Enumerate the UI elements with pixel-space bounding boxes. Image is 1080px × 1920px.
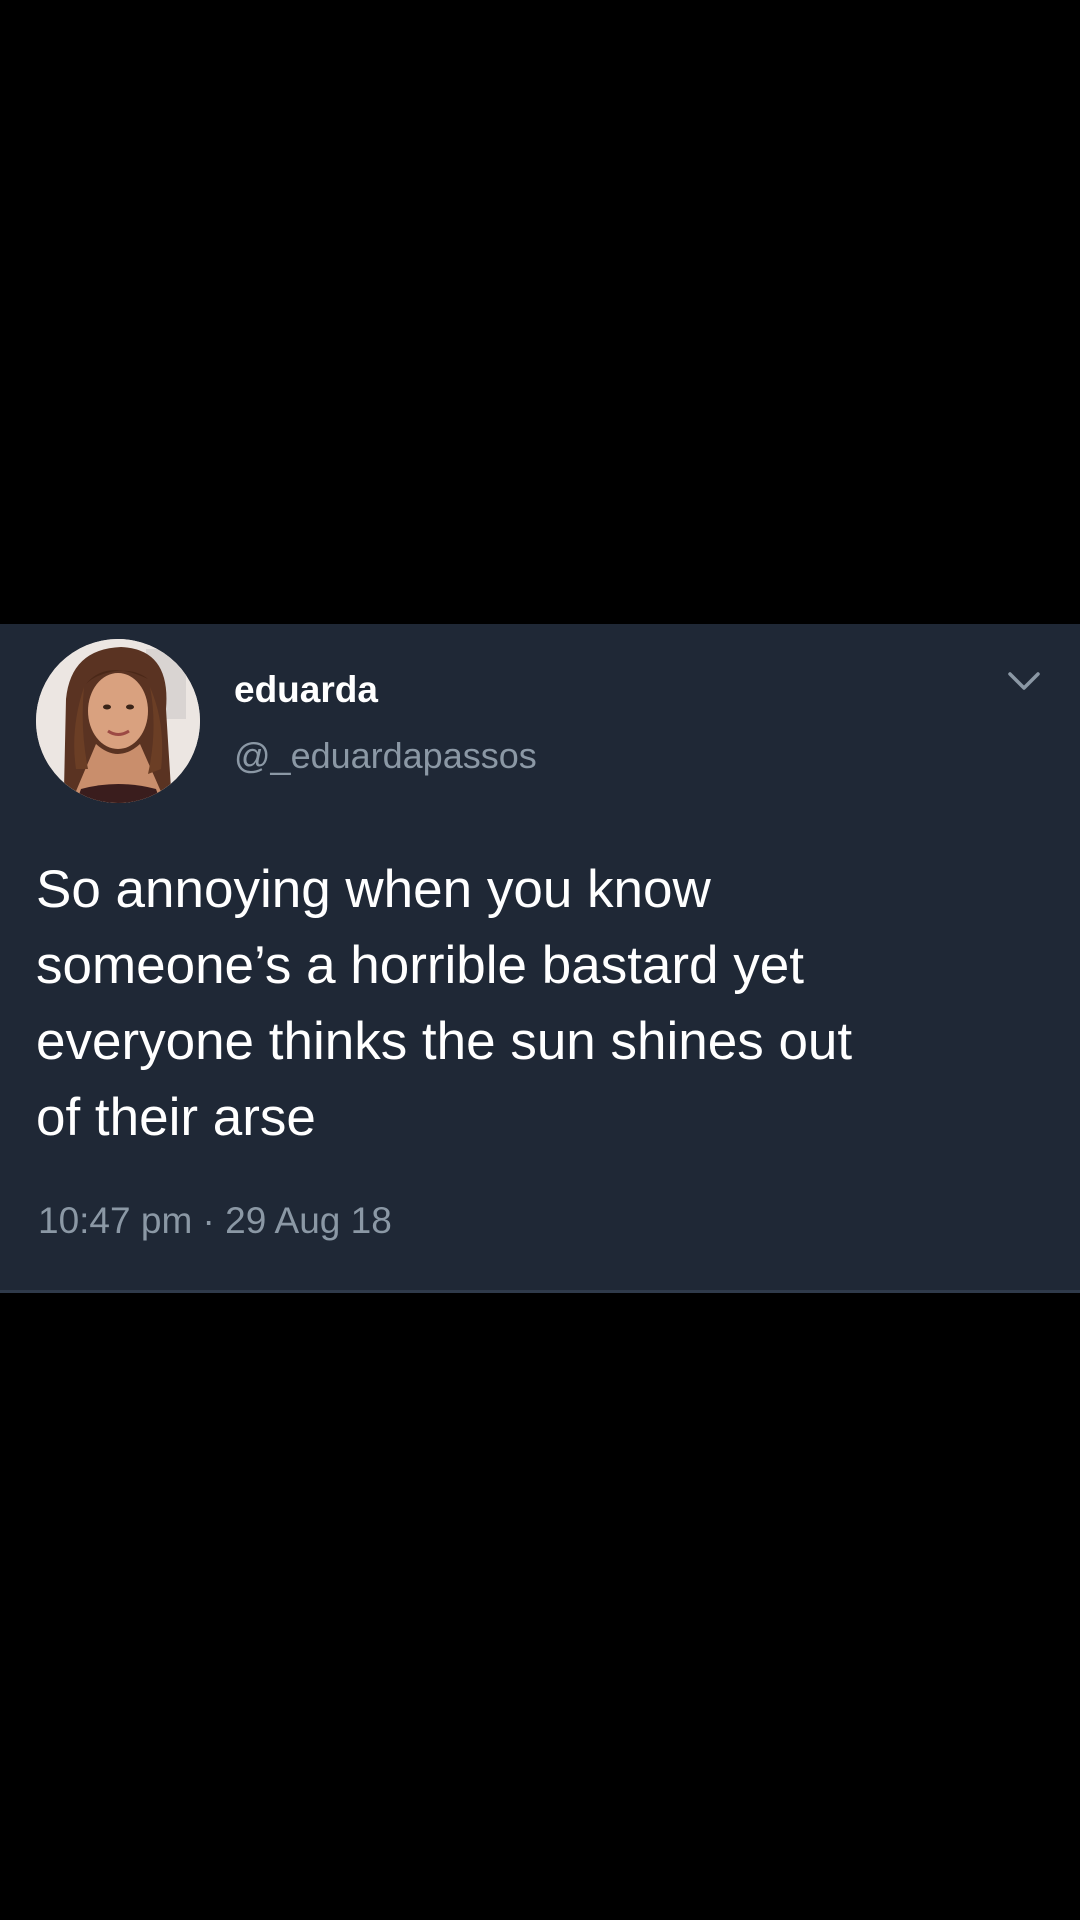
tweet-timestamp[interactable]: 10:47 pm · 29 Aug 18	[38, 1198, 392, 1244]
tweet-text-line: of their arse	[36, 1088, 316, 1147]
avatar-image	[36, 639, 200, 803]
tweet-text-line: everyone thinks the sun shines out	[36, 1012, 853, 1071]
tweet-card[interactable]: eduarda @_eduardapassos So annoying when…	[0, 624, 1080, 1293]
user-handle[interactable]: @_eduardapassos	[234, 734, 537, 778]
chevron-down-icon[interactable]	[1004, 666, 1044, 696]
tweet-text-line: someone’s a horrible bastard yet	[36, 936, 804, 995]
tweet-text: So annoying when you know someone’s a ho…	[36, 852, 1056, 1156]
tweet-text-line: So annoying when you know	[36, 860, 711, 919]
avatar[interactable]	[36, 639, 200, 803]
divider	[0, 1290, 1080, 1293]
display-name[interactable]: eduarda	[234, 668, 378, 712]
